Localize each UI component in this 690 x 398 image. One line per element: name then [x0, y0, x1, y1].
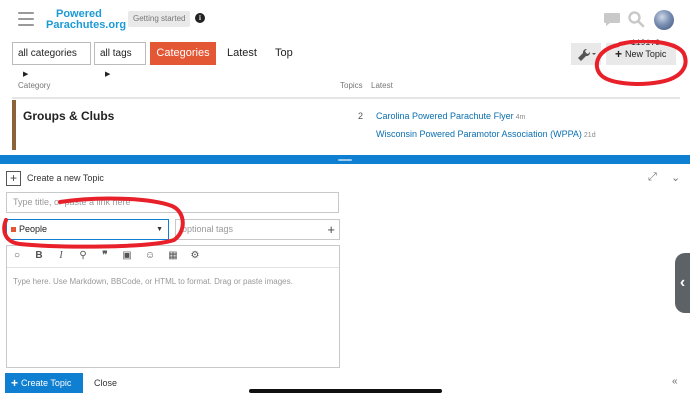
navigation-bar: all categories▶ all tags ▶ Categories Lat… [0, 40, 690, 78]
latest-topic-age: 21d [583, 132, 596, 139]
info-icon[interactable]: i [195, 13, 205, 23]
category-select[interactable]: People ▼ [6, 219, 169, 240]
category-row: Groups & Clubs 2 Carolina Powered Parach… [12, 100, 680, 150]
create-topic-icon: + [6, 171, 21, 186]
category-name[interactable]: Groups & Clubs [23, 109, 114, 123]
wrench-icon [578, 48, 596, 61]
getting-started-badge[interactable]: Getting started [128, 11, 191, 27]
tags-placeholder: optional tags [182, 224, 234, 234]
new-topic-label: New Topic [625, 49, 667, 59]
home-indicator [249, 389, 442, 393]
emoji-icon[interactable]: ☺ [143, 250, 157, 261]
create-topic-label: Create Topic [21, 378, 72, 388]
column-header-topics[interactable]: Topics [340, 81, 363, 90]
create-topic-button[interactable]: + Create Topic [5, 373, 83, 393]
column-header-category[interactable]: Category [18, 81, 50, 90]
close-link[interactable]: Close [94, 378, 117, 388]
category-topic-count: 2 [358, 111, 364, 121]
tab-latest[interactable]: Latest [227, 47, 257, 59]
tab-categories[interactable]: Categories [150, 42, 216, 65]
latest-topic-title: Wisconsin Powered Paramotor Association … [376, 129, 582, 139]
overlay-readout: 1191.6 [631, 39, 660, 48]
tags-input[interactable]: optional tags + [175, 219, 340, 240]
category-select-value: People [19, 224, 48, 234]
latest-topic-age: 4m [515, 114, 526, 121]
plus-icon: + [11, 376, 19, 390]
editor-toolbar: ○ B I ⚲ ❞ ▣ ☺ ▦ ⚙ [7, 246, 339, 268]
all-categories-label: all categories [18, 48, 77, 59]
header-divider [12, 97, 680, 99]
latest-topic-link[interactable]: Wisconsin Powered Paramotor Association … [376, 129, 596, 139]
collapse-icon[interactable]: « [672, 376, 678, 387]
admin-wrench-button[interactable] [571, 43, 601, 65]
plus-icon: + [615, 47, 623, 61]
editor-placeholder: Type here. Use Markdown, BBCode, or HTML… [13, 277, 293, 286]
all-tags-label: all tags [100, 48, 132, 59]
category-swatch [11, 227, 16, 232]
caret-right-icon: ▶ [105, 71, 111, 78]
grip-handle-icon [338, 159, 352, 161]
expand-icon[interactable]: ⤢ [648, 171, 657, 184]
caret-down-icon: ▼ [156, 226, 163, 233]
all-categories-dropdown[interactable]: all categories▶ [12, 42, 91, 78]
chat-icon[interactable] [603, 10, 621, 28]
side-panel-tab[interactable]: ‹ [675, 253, 690, 313]
column-header-latest[interactable]: Latest [371, 81, 393, 90]
quote-bubble-icon[interactable]: ○ [10, 250, 24, 261]
search-icon[interactable] [627, 10, 645, 28]
calendar-icon[interactable]: ▦ [166, 250, 180, 261]
composer-title: Create a new Topic [27, 173, 104, 183]
editor-area[interactable]: ○ B I ⚲ ❞ ▣ ☺ ▦ ⚙ Type here. Use Markdow… [6, 245, 340, 368]
chevron-down-icon[interactable]: ⌄ [671, 171, 680, 184]
all-tags-dropdown[interactable]: all tags ▶ [94, 42, 146, 78]
avatar[interactable] [654, 10, 674, 30]
latest-topic-link[interactable]: Carolina Powered Parachute Flyer 4m [376, 111, 525, 121]
site-logo[interactable]: Powered Parachutes.org [46, 9, 126, 31]
site-header: Powered Parachutes.org Getting started i [0, 0, 690, 38]
category-color-bar [12, 100, 16, 150]
blockquote-icon[interactable]: ❞ [98, 250, 112, 261]
bold-icon[interactable]: B [32, 250, 46, 261]
tab-top[interactable]: Top [275, 47, 293, 59]
gear-icon[interactable]: ⚙ [188, 250, 202, 261]
add-tag-icon[interactable]: + [327, 220, 335, 239]
image-icon[interactable]: ▣ [120, 250, 134, 261]
link-icon[interactable]: ⚲ [76, 250, 90, 261]
latest-topic-title: Carolina Powered Parachute Flyer [376, 111, 514, 121]
italic-icon[interactable]: I [54, 250, 68, 261]
logo-line-2: Parachutes.org [46, 19, 127, 31]
topic-title-input[interactable]: Type title, or paste a link here [6, 192, 339, 213]
hamburger-icon[interactable] [18, 12, 34, 26]
